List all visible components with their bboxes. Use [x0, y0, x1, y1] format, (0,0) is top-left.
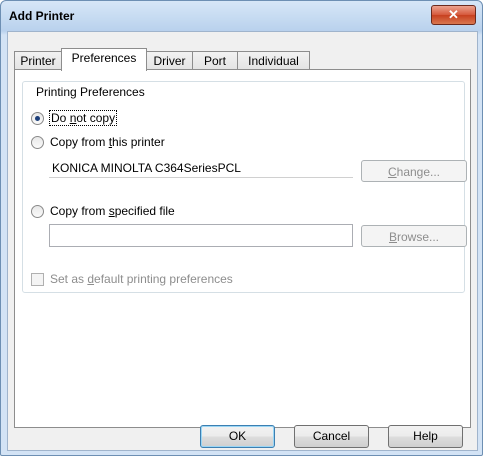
- radio-button[interactable]: [31, 204, 44, 218]
- tab-individual[interactable]: Individual: [237, 51, 310, 70]
- radio-button[interactable]: [31, 135, 44, 149]
- radio-label: Copy from specified file: [50, 204, 175, 218]
- tab-printer[interactable]: Printer: [14, 51, 62, 70]
- close-icon: ✕: [448, 7, 459, 22]
- radio-button[interactable]: [31, 111, 44, 125]
- radio-do-not-copy[interactable]: Do not copy: [31, 110, 118, 126]
- checkbox-label: Set as default printing preferences: [50, 272, 233, 286]
- radio-copy-from-file[interactable]: Copy from specified file: [31, 203, 175, 219]
- radio-label: Copy from this printer: [50, 135, 165, 149]
- preferences-panel: Printing Preferences Do not copy Copy fr…: [14, 69, 471, 428]
- group-label: Printing Preferences: [33, 85, 148, 99]
- change-button: Change...: [361, 160, 467, 182]
- tab-driver[interactable]: Driver: [146, 51, 193, 70]
- ok-button[interactable]: OK: [200, 425, 275, 448]
- set-default-checkbox-row: Set as default printing preferences: [31, 272, 233, 286]
- set-default-checkbox: [31, 272, 44, 286]
- dialog-client-area: Printer Preferences Driver Port Individu…: [7, 31, 478, 451]
- file-path-input[interactable]: [49, 224, 353, 247]
- window-title: Add Printer: [9, 9, 75, 23]
- title-bar[interactable]: Add Printer ✕: [1, 1, 482, 31]
- help-button[interactable]: Help: [388, 425, 463, 448]
- radio-copy-from-printer[interactable]: Copy from this printer: [31, 134, 165, 150]
- printer-name-field: KONICA MINOLTA C364SeriesPCL: [49, 158, 353, 178]
- browse-button: Browse...: [361, 225, 467, 247]
- radio-label: Do not copy: [48, 110, 118, 126]
- close-button[interactable]: ✕: [431, 5, 476, 25]
- tab-port[interactable]: Port: [192, 51, 238, 70]
- cancel-button[interactable]: Cancel: [294, 425, 369, 448]
- tab-preferences[interactable]: Preferences: [61, 48, 147, 71]
- add-printer-dialog: Add Printer ✕ Printer Preferences Driver…: [0, 0, 483, 456]
